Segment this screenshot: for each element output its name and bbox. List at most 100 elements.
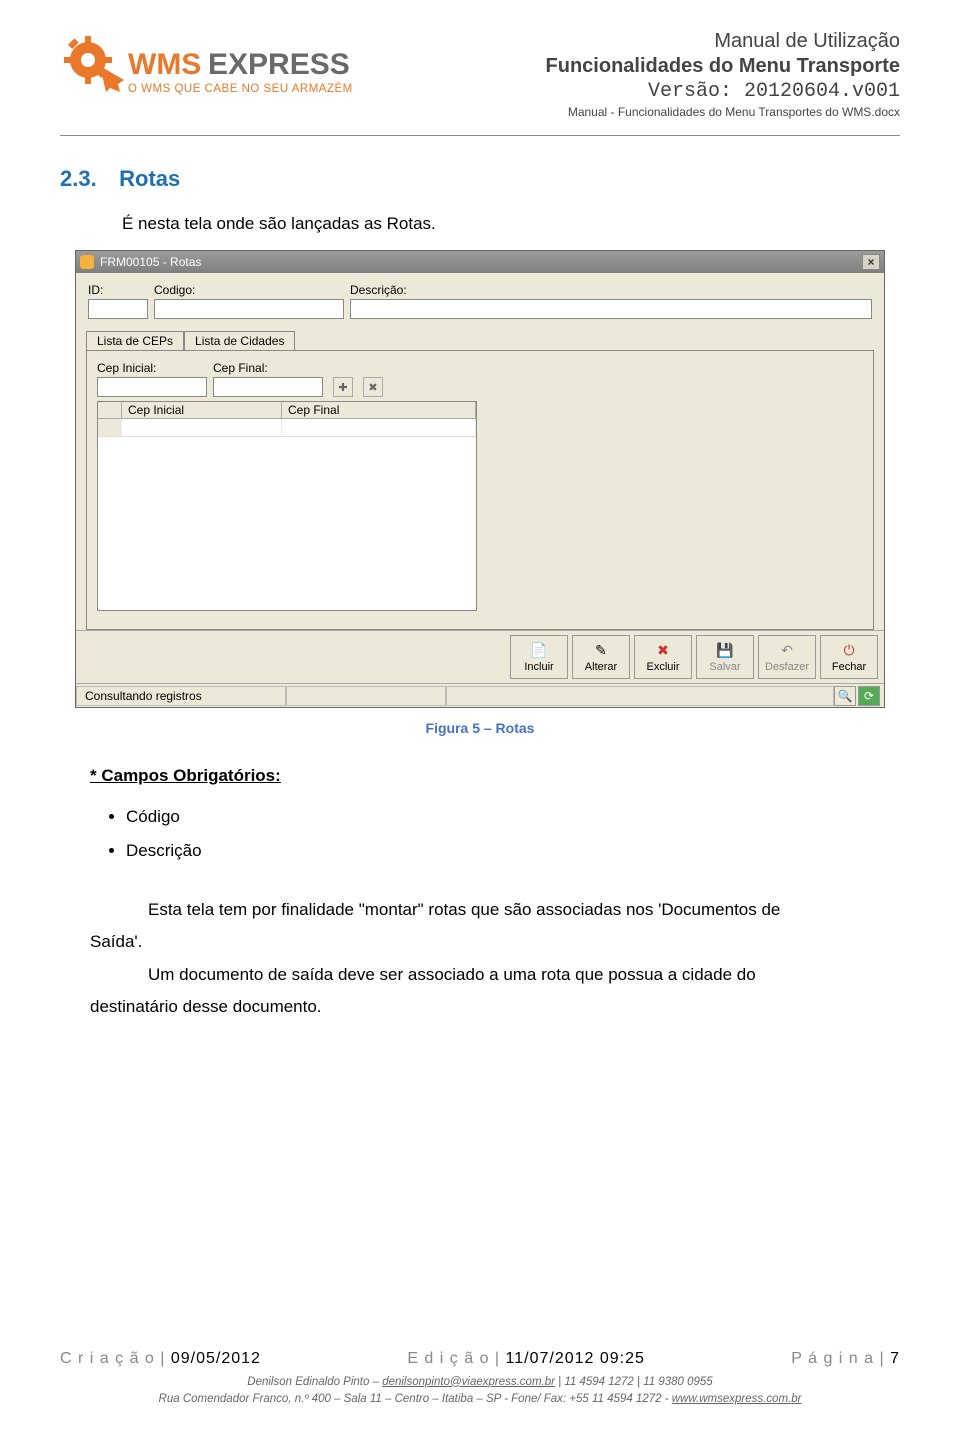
field-id: ID: [88, 283, 148, 319]
alterar-label: Alterar [585, 661, 617, 673]
paragraph-1-line-1: Esta tela tem por finalidade "montar" ro… [90, 894, 870, 926]
descricao-label: Descrição: [350, 283, 872, 297]
field-cep-inicial: Cep Inicial: [97, 361, 207, 397]
field-descricao: Descrição: [350, 283, 872, 319]
section-number: 2.3. [60, 166, 97, 191]
salvar-button[interactable]: 💾 Salvar [696, 635, 754, 679]
fechar-label: Fechar [832, 661, 866, 673]
refresh-button[interactable]: ⟳ [858, 686, 880, 706]
doc-version: Versão: 20120604.v001 [546, 80, 900, 103]
save-icon: 💾 [716, 641, 734, 659]
add-cep-button[interactable]: ✚ [333, 377, 353, 397]
refresh-icon: ⟳ [864, 689, 874, 703]
doc-title: Manual de Utilização [546, 30, 900, 53]
footer-address: Rua Comendador Franco, n.º 400 – Sala 11… [159, 1393, 672, 1405]
tab-strip: Lista de CEPs Lista de Cidades [86, 331, 874, 350]
cep-grid[interactable]: Cep Inicial Cep Final [97, 401, 477, 611]
status-cell-3 [446, 686, 834, 706]
search-button[interactable]: 🔍 [834, 686, 856, 706]
incluir-button[interactable]: 📄 Incluir [510, 635, 568, 679]
required-fields-block: * Campos Obrigatórios: Código Descrição [90, 766, 900, 868]
excluir-label: Excluir [646, 661, 679, 673]
status-cell-2 [286, 686, 446, 706]
col-cep-final[interactable]: Cep Final [282, 402, 476, 418]
figure-caption: Figura 5 – Rotas [60, 720, 900, 736]
descricao-input[interactable] [350, 299, 872, 319]
tab-container: Lista de CEPs Lista de Cidades Cep Inici… [86, 331, 874, 630]
pagina: P á g i n a | 7 [791, 1350, 900, 1368]
desfazer-button[interactable]: ↶ Desfazer [758, 635, 816, 679]
required-fields-list: Código Descrição [126, 800, 900, 868]
grid-header: Cep Inicial Cep Final [98, 402, 476, 419]
action-toolbar: 📄 Incluir ✎ Alterar ✖ Excluir 💾 Salvar ↶… [76, 630, 884, 683]
logo: WMS EXPRESS O WMS QUE CABE NO SEU ARMAZÉ… [60, 30, 390, 120]
window-title: FRM00105 - Rotas [100, 255, 201, 269]
grid-corner [98, 402, 122, 418]
footer-address-line: Rua Comendador Franco, n.º 400 – Sala 11… [60, 1391, 900, 1408]
salvar-label: Salvar [709, 661, 740, 673]
excluir-button[interactable]: ✖ Excluir [634, 635, 692, 679]
page-footer: C r i a ç ã o | 09/05/2012 E d i ç ã o |… [60, 1350, 900, 1409]
status-text: Consultando registros [76, 686, 286, 706]
edit-icon: ✎ [592, 641, 610, 659]
incluir-label: Incluir [524, 661, 553, 673]
cep-filter-row: Cep Inicial: Cep Final: ✚ ✖ [97, 361, 863, 397]
codigo-label: Codigo: [154, 283, 344, 297]
footer-meta-row: C r i a ç ã o | 09/05/2012 E d i ç ã o |… [60, 1350, 900, 1368]
paragraph-1-line-2: Saída'. [90, 926, 870, 958]
id-label: ID: [88, 283, 148, 297]
col-cep-inicial[interactable]: Cep Inicial [122, 402, 282, 418]
required-field-item: Descrição [126, 834, 900, 868]
paragraph-2-line-2: destinatário desse documento. [90, 991, 870, 1023]
section-intro: É nesta tela onde são lançadas as Rotas. [122, 214, 900, 234]
codigo-input[interactable] [154, 299, 344, 319]
logo-image: WMS EXPRESS O WMS QUE CABE NO SEU ARMAZÉ… [60, 30, 380, 120]
power-icon: ⏻ [840, 641, 858, 659]
app-icon [80, 255, 94, 269]
logo-tagline: O WMS QUE CABE NO SEU ARMAZÉM [128, 82, 353, 95]
cep-final-input[interactable] [213, 377, 323, 397]
section-heading: 2.3. Rotas [60, 166, 900, 192]
edicao-value: 11/07/2012 09:25 [506, 1350, 645, 1367]
footer-url[interactable]: www.wmsexpress.com.br [672, 1393, 802, 1405]
remove-cep-button[interactable]: ✖ [363, 377, 383, 397]
section-title: Rotas [119, 166, 180, 191]
edicao: E d i ç ã o | 11/07/2012 09:25 [407, 1350, 645, 1368]
footer-contact-line: Denilson Edinaldo Pinto – denilsonpinto@… [60, 1374, 900, 1391]
cep-inicial-label: Cep Inicial: [97, 361, 207, 375]
logo-express: EXPRESS [208, 48, 350, 81]
alterar-button[interactable]: ✎ Alterar [572, 635, 630, 679]
doc-filename: Manual - Funcionalidades do Menu Transpo… [546, 105, 900, 119]
criacao-label: C r i a ç ã o | [60, 1350, 165, 1367]
undo-icon: ↶ [778, 641, 796, 659]
fechar-button[interactable]: ⏻ Fechar [820, 635, 878, 679]
edicao-label: E d i ç ã o | [407, 1350, 500, 1367]
tab-lista-cidades[interactable]: Lista de Cidades [184, 331, 295, 350]
close-icon[interactable]: × [862, 254, 880, 270]
cep-final-label: Cep Final: [213, 361, 323, 375]
x-icon: ✖ [368, 381, 377, 394]
form-top-row: ID: Codigo: Descrição: [76, 273, 884, 323]
criacao: C r i a ç ã o | 09/05/2012 [60, 1350, 261, 1368]
new-icon: 📄 [530, 641, 548, 659]
status-bar: Consultando registros 🔍 ⟳ [76, 683, 884, 707]
plus-icon: ✚ [338, 381, 347, 394]
id-input[interactable] [88, 299, 148, 319]
footer-author: Denilson Edinaldo Pinto – [247, 1376, 382, 1388]
document-header: WMS EXPRESS O WMS QUE CABE NO SEU ARMAZÉ… [60, 30, 900, 136]
footer-email[interactable]: denilsonpinto@viaexpress.com.br [382, 1376, 555, 1388]
titlebar: FRM00105 - Rotas × [76, 251, 884, 273]
tab-body: Cep Inicial: Cep Final: ✚ ✖ [86, 350, 874, 630]
paragraph-2-line-1: Um documento de saída deve ser associado… [90, 959, 870, 991]
header-meta: Manual de Utilização Funcionalidades do … [546, 30, 900, 119]
cep-inicial-input[interactable] [97, 377, 207, 397]
grid-row-empty [98, 419, 476, 437]
doc-subtitle: Funcionalidades do Menu Transporte [546, 55, 900, 78]
tab-lista-ceps[interactable]: Lista de CEPs [86, 331, 184, 350]
search-icon: 🔍 [838, 689, 853, 703]
field-cep-final: Cep Final: [213, 361, 323, 397]
delete-icon: ✖ [654, 641, 672, 659]
status-icons: 🔍 ⟳ [834, 686, 884, 706]
pagina-label: P á g i n a | [791, 1350, 884, 1367]
footer-phones: | 11 4594 1272 | 11 9380 0955 [555, 1376, 713, 1388]
